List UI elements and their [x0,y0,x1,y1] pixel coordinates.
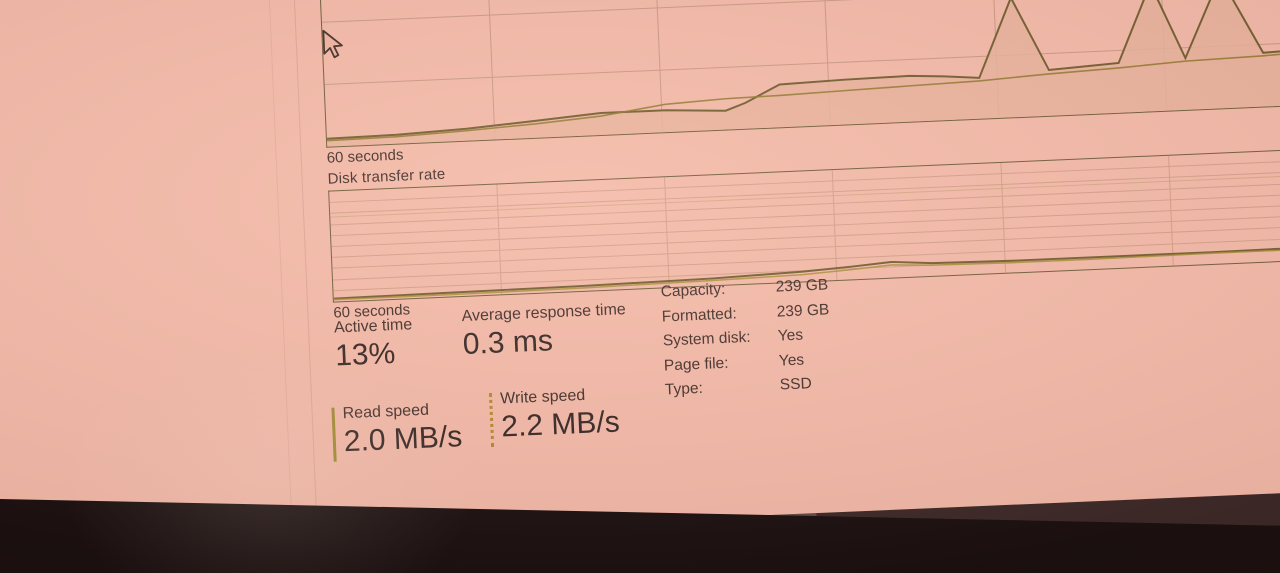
property-value: 239 GB [776,300,830,321]
read-speed-stat: Read speed 2.0 MB/s [331,400,463,462]
property-key: Page file: [663,354,729,374]
active-time-label: Active time [333,316,413,337]
property-key: Formatted: [661,304,738,326]
read-speed-legend-marker [331,407,337,462]
write-speed-stat: Write speed 2.2 MB/s [488,385,621,447]
property-key: Capacity: [660,280,726,301]
task-manager-window: 60 seconds Disk transfer rate 60 seconds… [0,0,1280,573]
property-row: System disk: Yes [663,325,831,350]
property-row: Type: SSD [665,374,833,399]
active-time-value: 13% [334,336,396,373]
write-speed-legend-marker [488,392,495,447]
property-key: System disk: [662,328,752,350]
pane-divider-secondary [267,0,293,530]
property-row: Page file: Yes [664,350,832,375]
property-value: Yes [778,350,805,370]
property-value: 239 GB [775,276,829,296]
write-speed-value: 2.2 MB/s [500,405,621,444]
property-row: Formatted: 239 GB [661,301,829,326]
active-time-stat: Active time 13% [334,316,414,373]
average-response-time-value: 0.3 ms [462,324,554,362]
monitor-screen: 60 seconds Disk transfer rate 60 seconds… [0,0,1280,573]
property-key: Type: [664,379,704,399]
property-value: SSD [779,375,813,394]
mouse-cursor [322,29,343,59]
read-speed-value: 2.0 MB/s [343,420,463,459]
average-response-time-stat: Average response time 0.3 ms [461,301,627,362]
property-value: Yes [777,326,804,345]
write-speed-label: Write speed [499,386,586,408]
photo-of-monitor: 60 seconds Disk transfer rate 60 seconds… [0,0,1280,573]
pane-divider [292,0,318,529]
read-speed-label: Read speed [342,401,430,423]
disk-properties: Capacity: 239 GB Formatted: 239 GB Syste… [660,276,833,406]
